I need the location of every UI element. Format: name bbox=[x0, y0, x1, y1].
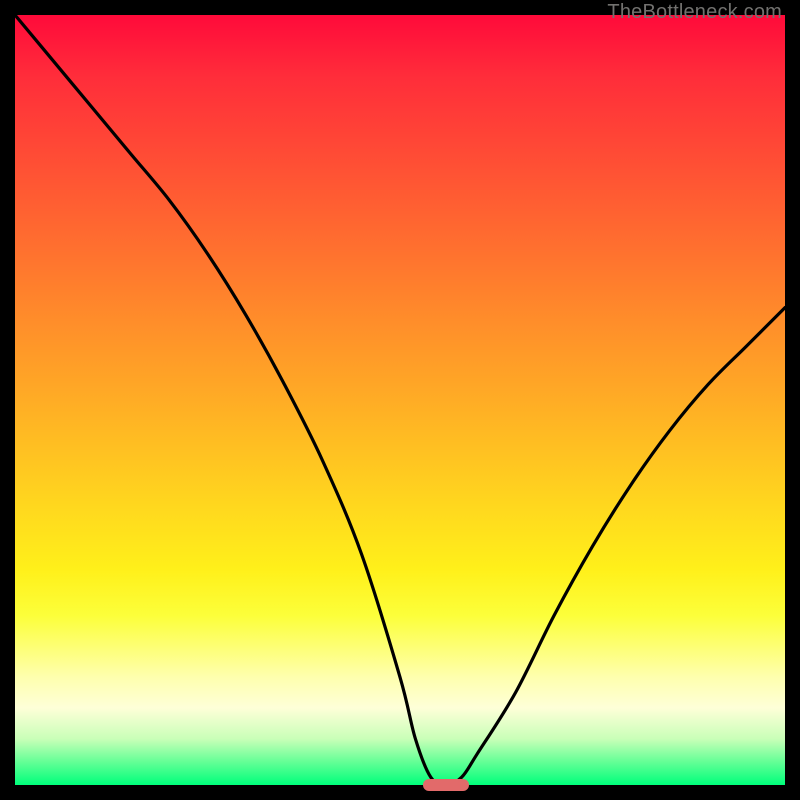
optimal-marker bbox=[423, 779, 469, 791]
plot-area bbox=[15, 15, 785, 785]
chart-frame: TheBottleneck.com bbox=[0, 0, 800, 800]
watermark-text: TheBottleneck.com bbox=[607, 1, 782, 24]
